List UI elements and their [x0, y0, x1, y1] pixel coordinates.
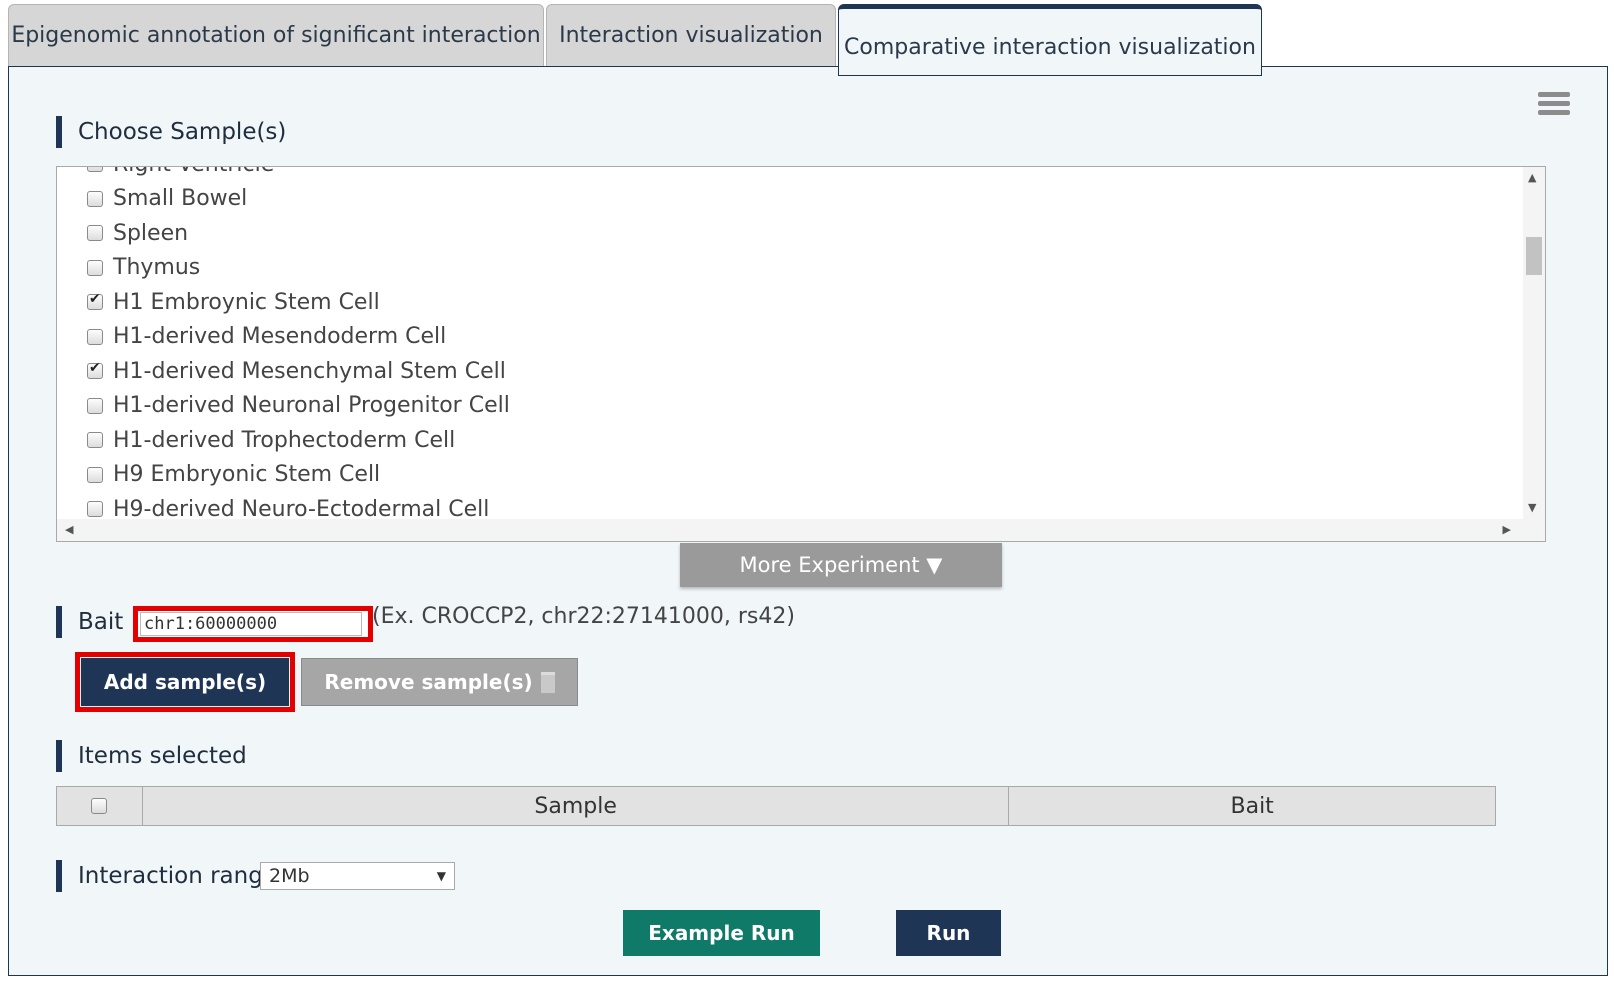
scroll-thumb[interactable] [1526, 237, 1542, 275]
sample-item[interactable]: H1 Embroynic Stem Cell [87, 285, 510, 320]
checkbox[interactable] [87, 466, 103, 483]
bait-label-text: Bait : [78, 609, 139, 635]
sample-label: H9 Embryonic Stem Cell [113, 462, 381, 488]
bait-input[interactable] [140, 612, 362, 636]
section-title: Items selected [78, 743, 247, 769]
example-run-label: Example Run [648, 921, 795, 945]
sample-list: Right Ventricle Small Bowel Spleen Thymu… [87, 167, 510, 527]
checkbox[interactable] [87, 397, 103, 414]
tab-interaction-visualization[interactable]: Interaction visualization [546, 4, 836, 66]
sample-label: Spleen [113, 220, 189, 246]
sample-label: H1-derived Trophectoderm Cell [113, 427, 456, 453]
checkbox[interactable] [87, 291, 103, 311]
example-run-button[interactable]: Example Run [623, 910, 820, 956]
more-experiment-button[interactable]: More Experiment ▼ [680, 543, 1002, 587]
horizontal-scrollbar[interactable]: ◀ ▶ [57, 519, 1545, 541]
checkbox[interactable] [87, 501, 103, 518]
items-selected-table: Sample Bait [56, 786, 1496, 826]
bait-label: Bait : [56, 606, 138, 638]
sample-item[interactable]: Small Bowel [87, 182, 510, 217]
more-experiment-label: More Experiment ▼ [739, 553, 943, 577]
sample-item[interactable]: Right Ventricle [87, 167, 510, 182]
sample-item[interactable]: H1-derived Trophectoderm Cell [87, 423, 510, 458]
checkbox[interactable] [87, 328, 103, 345]
tab-label: Epigenomic annotation of significant int… [11, 23, 541, 48]
tab-comparative-interaction-visualization[interactable]: Comparative interaction visualization [838, 4, 1262, 76]
sample-item[interactable]: Spleen [87, 216, 510, 251]
column-label: Bait [1230, 793, 1274, 819]
add-samples-button[interactable]: Add sample(s) [81, 658, 289, 706]
sample-item[interactable]: H9 Embryonic Stem Cell [87, 458, 510, 493]
scroll-left-arrow-icon[interactable]: ◀ [65, 523, 73, 536]
menu-icon[interactable] [1538, 92, 1570, 119]
vertical-scrollbar[interactable]: ▲ ▼ [1523, 167, 1545, 519]
interaction-range-select[interactable]: 2Mb ▼ [260, 862, 455, 890]
tab-epigenomic-annotation[interactable]: Epigenomic annotation of significant int… [8, 4, 544, 66]
sample-item[interactable]: Thymus [87, 251, 510, 286]
bait-input-highlight [133, 606, 373, 642]
section-title: Interaction range [78, 863, 277, 889]
checkbox[interactable] [87, 167, 103, 173]
checkbox[interactable] [87, 360, 103, 380]
section-title: Choose Sample(s) [78, 119, 287, 145]
add-samples-label: Add sample(s) [103, 670, 267, 694]
sample-item[interactable]: H1-derived Mesendoderm Cell [87, 320, 510, 355]
checkbox[interactable] [87, 190, 103, 207]
items-selected-heading: Items selected [56, 740, 247, 772]
sample-item[interactable]: H1-derived Neuronal Progenitor Cell [87, 389, 510, 424]
sample-label: H1-derived Neuronal Progenitor Cell [113, 393, 510, 419]
run-button[interactable]: Run [896, 910, 1001, 956]
sample-label: Small Bowel [113, 186, 248, 212]
select-all-cell [57, 787, 143, 825]
trash-icon [540, 671, 555, 693]
remove-samples-button[interactable]: Remove sample(s) [301, 658, 578, 706]
sample-label: H1-derived Mesenchymal Stem Cell [113, 358, 506, 384]
scroll-down-arrow-icon[interactable]: ▼ [1528, 501, 1536, 514]
run-label: Run [926, 921, 971, 945]
sample-label: Thymus [113, 255, 201, 281]
sample-list-box: Right Ventricle Small Bowel Spleen Thymu… [56, 166, 1546, 542]
scroll-right-arrow-icon[interactable]: ▶ [1503, 523, 1511, 536]
sample-label: H9-derived Neuro-Ectodermal Cell [113, 496, 490, 522]
sample-label: H1-derived Mesendoderm Cell [113, 324, 447, 350]
dropdown-arrow-icon: ▼ [436, 869, 446, 883]
column-header-bait: Bait [1009, 787, 1495, 825]
interaction-range-label: Interaction range [56, 860, 277, 892]
sample-label: Right Ventricle [113, 167, 274, 177]
checkbox[interactable] [87, 259, 103, 276]
range-selected-value: 2Mb [269, 865, 310, 887]
checkbox[interactable] [87, 225, 103, 242]
bait-hint: (Ex. CROCCP2, chr22:27141000, rs42) [372, 604, 795, 629]
column-label: Sample [534, 793, 617, 819]
sample-item[interactable]: H1-derived Mesenchymal Stem Cell [87, 354, 510, 389]
scroll-up-arrow-icon[interactable]: ▲ [1528, 171, 1536, 184]
tab-label: Comparative interaction visualization [844, 34, 1256, 60]
remove-samples-label: Remove sample(s) [324, 670, 533, 694]
select-all-checkbox[interactable] [91, 798, 108, 814]
tab-label: Interaction visualization [559, 23, 823, 48]
choose-samples-heading: Choose Sample(s) [56, 116, 286, 148]
checkbox[interactable] [87, 432, 103, 449]
column-header-sample: Sample [143, 787, 1010, 825]
sample-label: H1 Embroynic Stem Cell [113, 289, 380, 315]
